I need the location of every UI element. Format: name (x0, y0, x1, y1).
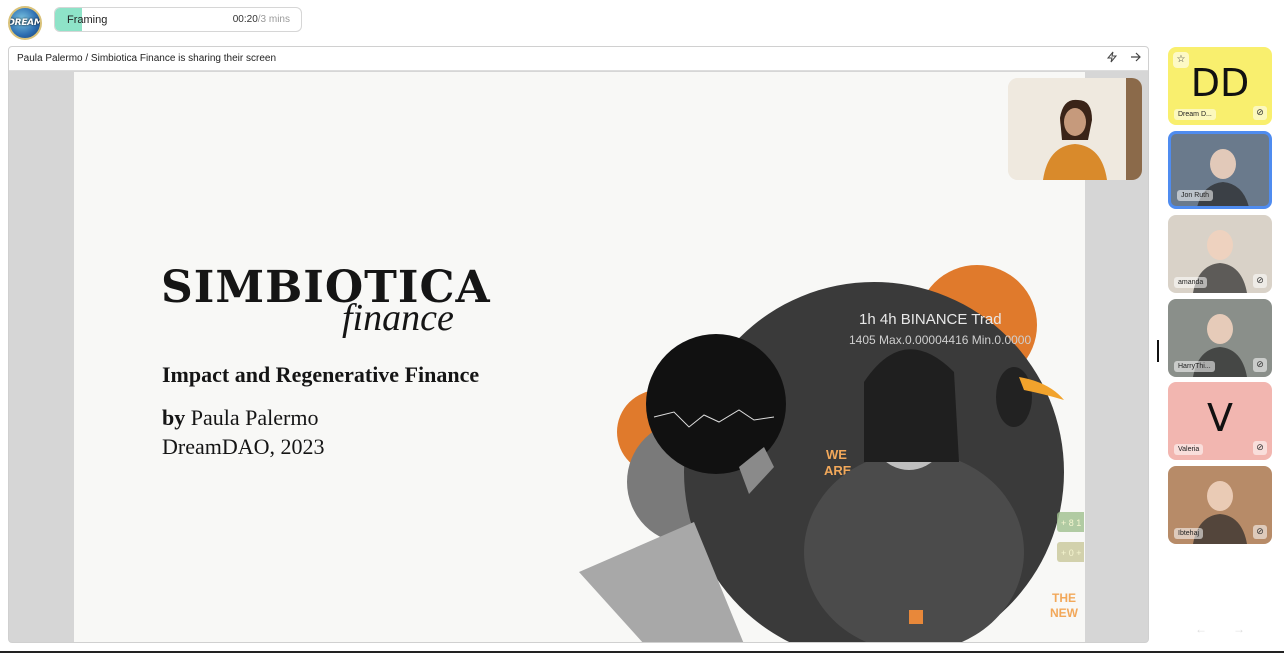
collage-price-1: + 8 1 9 1 (1061, 518, 1084, 528)
participant-name: Valeria (1174, 444, 1204, 455)
rail-resize-handle[interactable] (1157, 340, 1159, 362)
participant-name: HarryThi... (1174, 361, 1215, 372)
logo-text: DREAM (8, 18, 42, 28)
lightning-icon[interactable] (1104, 51, 1120, 67)
agenda-elapsed: 00:20 (232, 14, 258, 25)
slide-heading: Impact and Regenerative Finance (162, 362, 480, 387)
presenter-figure (1008, 78, 1142, 180)
share-header: Paula Palermo / Simbiotica Finance is sh… (9, 47, 1148, 71)
slide-subtitle: finance (342, 297, 454, 339)
collage-ticker: 1h 4h BINANCE Trad (859, 311, 1002, 328)
dream-logo[interactable]: DREAM (8, 6, 42, 40)
participant-tile[interactable]: DD ☆ Dream D... ⊘ (1168, 47, 1272, 125)
mic-muted-icon: ⊘ (1253, 441, 1267, 455)
slide-org-year: DreamDAO, 2023 (162, 434, 325, 459)
participant-tile[interactable]: Jon Ruth (1168, 131, 1272, 209)
mic-muted-icon: ⊘ (1253, 358, 1267, 372)
arrow-right-icon[interactable] (1128, 51, 1144, 67)
participant-tile[interactable]: amanda ⊘ (1168, 215, 1272, 293)
shared-slide: SIMBIOTICA finance Impact and Regenerati… (74, 72, 1085, 642)
slide-author-prefix: by (162, 405, 186, 430)
agenda-total: /3 mins (257, 14, 290, 25)
collage-new: NEW (1050, 606, 1079, 620)
collage-figure-hair (864, 349, 959, 462)
collage-price-2: + 0 + 4 6 (1061, 548, 1084, 558)
mic-muted-icon: ⊘ (1253, 274, 1267, 288)
collage-fox-pendant (909, 610, 923, 624)
participant-tile[interactable]: HarryThi... ⊘ (1168, 299, 1272, 377)
participant-name: Ibtehaj (1174, 528, 1204, 539)
participant-name: Dream D... (1174, 109, 1216, 120)
participant-tile[interactable]: V Valeria ⊘ (1168, 382, 1272, 460)
agenda-item-name: Framing (67, 14, 108, 26)
slide-author: by Paula Palermo (162, 405, 318, 431)
agenda-time: 00:20/3 mins (233, 14, 290, 25)
slide-author-name: Paula Palermo (190, 405, 319, 430)
collage-ticker-2: 1405 Max.0.00004416 Min.0.0000 (849, 333, 1031, 347)
participant-tile[interactable]: Ibtehaj ⊘ (1168, 466, 1272, 544)
participant-name: Jon Ruth (1177, 190, 1214, 201)
slide-collage-image: 1h 4h BINANCE Trad 1405 Max.0.00004416 M… (579, 265, 1084, 642)
screen-share-panel: Paula Palermo / Simbiotica Finance is sh… (8, 46, 1149, 643)
mic-muted-icon: ⊘ (1253, 106, 1267, 120)
share-label: Paula Palermo / Simbiotica Finance is sh… (17, 53, 277, 64)
agenda-timer[interactable]: Framing 00:20/3 mins (54, 7, 302, 32)
rail-prev-button[interactable]: ← (1190, 620, 1212, 638)
collage-the: THE (1052, 591, 1076, 605)
collage-we-are: WE (826, 447, 847, 462)
rail-next-button[interactable]: → (1228, 620, 1250, 638)
collage-toucan (996, 367, 1032, 427)
meeting-app: DREAM Framing 00:20/3 mins Paula Palermo… (0, 0, 1284, 653)
participant-name: amanda (1174, 277, 1208, 288)
presenter-video[interactable] (1008, 78, 1142, 180)
star-icon[interactable]: ☆ (1173, 52, 1189, 68)
mic-muted-icon: ⊘ (1253, 525, 1267, 539)
participant-initials: V (1207, 396, 1233, 440)
